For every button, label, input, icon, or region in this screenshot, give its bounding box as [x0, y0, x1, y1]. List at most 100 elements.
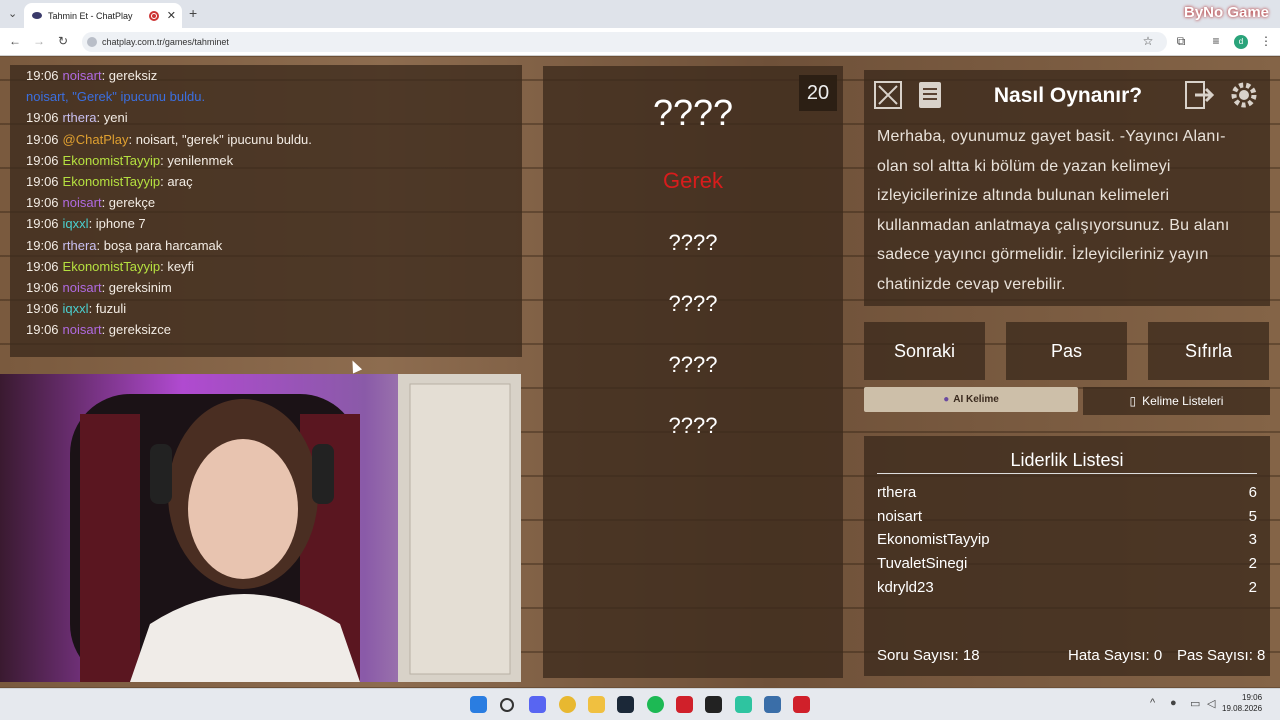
chrome-icon[interactable]: [559, 696, 576, 713]
leaderboard-score: 2: [1248, 578, 1257, 596]
app-red-2-icon[interactable]: [793, 696, 810, 713]
ai-word-button[interactable]: ● AI Kelime: [864, 387, 1078, 412]
chatplay-favicon-icon: [32, 12, 42, 19]
discord-icon[interactable]: [529, 696, 546, 713]
error-count: Hata Sayısı: 0: [1068, 647, 1163, 664]
menu-icon[interactable]: ⋮: [1259, 34, 1273, 48]
word-lists-button[interactable]: ▯ Kelime Listeleri: [1083, 387, 1270, 415]
site-info-icon[interactable]: [87, 37, 97, 47]
how-to-play-title: Nasıl Oynanır?: [993, 84, 1143, 107]
chat-username[interactable]: noisart: [63, 195, 102, 210]
file-explorer-icon[interactable]: [588, 696, 605, 713]
leaderboard-divider: [877, 473, 1257, 474]
chat-message: 19:06 noisart: gereksinim: [26, 280, 172, 295]
microphone-icon[interactable]: ●: [1170, 697, 1177, 709]
chat-message: 19:06 @ChatPlay: noisart, "gerek" ipucunu…: [26, 132, 312, 147]
chat-username[interactable]: noisart, "Gerek" ipucunu buldu.: [26, 89, 205, 104]
profile-avatar[interactable]: d: [1234, 35, 1248, 49]
hint-word: ????: [668, 352, 718, 377]
chat-message: 19:06 noisart: gereksizce: [26, 322, 171, 337]
chat-message: noisart, "Gerek" ipucunu buldu.: [26, 89, 205, 104]
chat-username[interactable]: iqxxl: [63, 301, 89, 316]
leaderboard-name: TuvaletSinegi: [877, 555, 968, 573]
search-icon[interactable]: [500, 698, 514, 712]
chat-time: 19:06: [26, 258, 59, 274]
chat-text: : gerekçe: [101, 195, 156, 211]
chat-text: : iphone 7: [88, 216, 146, 232]
leaderboard-name: kdryld23: [877, 578, 934, 596]
chat-message: 19:06 EkonomistTayyip: araç: [26, 174, 193, 189]
chat-text: : keyfi: [160, 258, 195, 274]
bookmark-star-icon[interactable]: ☆: [1141, 34, 1155, 48]
leaderboard-score: 5: [1248, 507, 1257, 525]
leaderboard-name: EkonomistTayyip: [877, 531, 990, 549]
extensions-icon[interactable]: ⧉: [1174, 34, 1188, 49]
chat-time: 19:06: [26, 195, 59, 211]
chat-username[interactable]: noisart: [63, 280, 102, 295]
url-text: chatplay.com.tr/games/tahminet: [102, 37, 229, 47]
word-lists-label: Kelime Listeleri: [1142, 394, 1224, 408]
leaderboard-score: 6: [1248, 484, 1257, 501]
chat-time: 19:06: [26, 280, 59, 295]
forward-icon[interactable]: →: [32, 34, 46, 48]
chat-username[interactable]: rthera: [63, 238, 97, 253]
back-icon[interactable]: ←: [8, 34, 22, 48]
chat-text: : araç: [160, 174, 193, 189]
tab-close-icon[interactable]: ✕: [167, 9, 176, 22]
logout-icon[interactable]: [1184, 79, 1216, 111]
chat-username[interactable]: EkonomistTayyip: [63, 174, 161, 189]
document-icon[interactable]: [914, 79, 946, 111]
epic-games-icon[interactable]: [705, 696, 722, 713]
chat-message: 19:06 rthera: yeni: [26, 110, 128, 125]
taskbar-clock[interactable]: 19:06 19.08.2026: [1222, 692, 1262, 714]
next-button[interactable]: Sonraki: [864, 322, 985, 380]
reset-button[interactable]: Sıfırla: [1148, 322, 1269, 380]
chat-username[interactable]: noisart: [63, 322, 102, 337]
chat-text: : yenilenmek: [160, 152, 234, 168]
chat-text: : gereksiz: [101, 68, 158, 83]
app-red-icon[interactable]: [676, 696, 693, 713]
chat-time: 19:06: [26, 301, 59, 317]
chat-username[interactable]: rthera: [63, 110, 97, 125]
chat-time: 19:06: [26, 152, 59, 168]
chat-time: 19:06: [26, 322, 59, 338]
reload-icon[interactable]: ↻: [56, 34, 70, 48]
leaderboard-title: Liderlik Listesi: [1010, 450, 1124, 470]
app-green-icon[interactable]: [735, 696, 752, 713]
volume-icon[interactable]: ◁: [1207, 697, 1215, 710]
pass-button[interactable]: Pas: [1006, 322, 1127, 380]
network-icon[interactable]: ▭: [1190, 697, 1200, 710]
chat-time: 19:06: [26, 174, 59, 189]
chat-message: 19:06 EkonomistTayyip: keyfi: [26, 259, 194, 274]
chat-username[interactable]: EkonomistTayyip: [63, 259, 161, 274]
browser-tab[interactable]: Tahmin Et - ChatPlay ✕: [24, 3, 182, 28]
chat-text: : boşa para harcamak: [96, 237, 223, 253]
chat-username[interactable]: @ChatPlay: [63, 132, 129, 147]
tab-list-icon[interactable]: ⌄: [8, 7, 17, 20]
robot-icon: ●: [943, 394, 950, 405]
media-controls-icon[interactable]: ≡: [1209, 34, 1223, 48]
fullscreen-icon[interactable]: [872, 79, 904, 111]
spotify-icon[interactable]: [647, 696, 664, 713]
leaderboard-score: 3: [1248, 531, 1257, 549]
settings-gear-icon[interactable]: [1228, 79, 1260, 111]
tray-chevron-icon[interactable]: ^: [1150, 697, 1155, 709]
chat-text: : fuzuli: [88, 301, 127, 317]
chat-username[interactable]: noisart: [63, 68, 102, 83]
chat-text: : gereksinim: [101, 280, 172, 295]
chat-message: 19:06 noisart: gereksiz: [26, 68, 157, 83]
start-icon[interactable]: [470, 696, 487, 713]
app-blue-icon[interactable]: [764, 696, 781, 713]
question-count: Soru Sayısı: 18: [877, 647, 980, 664]
chat-username[interactable]: iqxxl: [63, 216, 89, 231]
chat-time: 19:06: [26, 216, 59, 232]
url-field[interactable]: chatplay.com.tr/games/tahminet: [82, 32, 1167, 52]
clock-date: 19.08.2026: [1222, 704, 1263, 713]
chat-message: 19:06 rthera: boşa para harcamak: [26, 238, 222, 253]
webcam-feed: [0, 374, 521, 682]
how-to-play-text: Merhaba, oyunumuz gayet basit. -Yayıncı …: [877, 128, 1230, 293]
chat-username[interactable]: EkonomistTayyip: [63, 153, 161, 168]
ai-word-label: AI Kelime: [953, 394, 999, 405]
steam-icon[interactable]: [617, 696, 634, 713]
new-tab-button[interactable]: +: [189, 5, 197, 21]
